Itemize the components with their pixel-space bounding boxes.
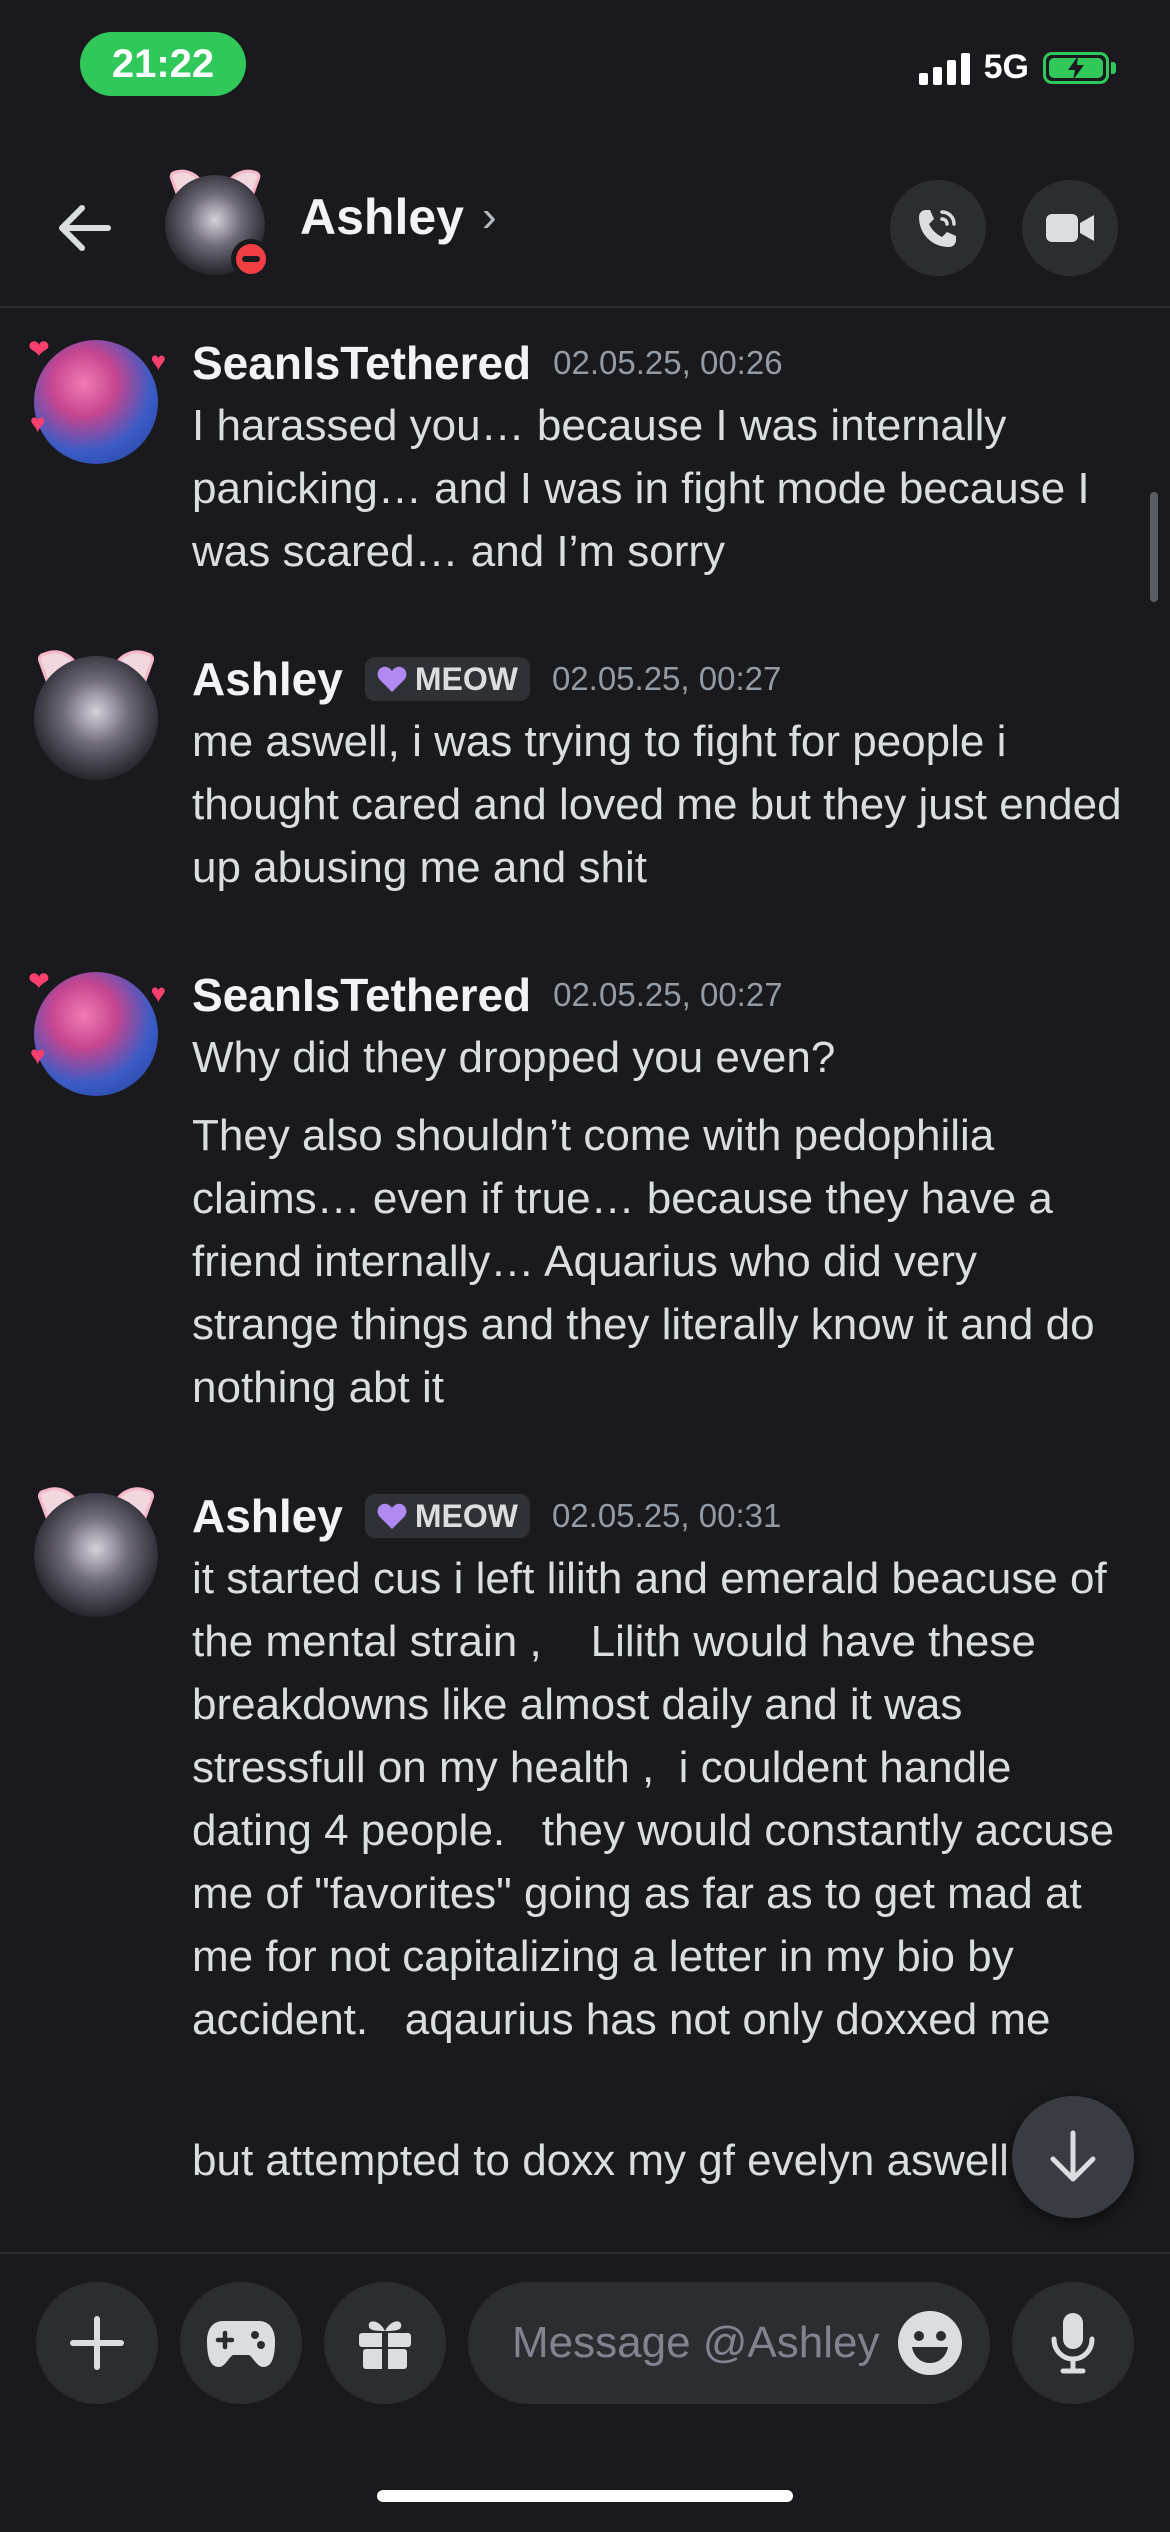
arrow-left-icon bbox=[59, 205, 111, 251]
username[interactable]: Ashley bbox=[192, 1489, 343, 1543]
gamepad-icon bbox=[207, 2321, 275, 2367]
server-tag[interactable]: MEOW bbox=[364, 1494, 530, 1538]
add-attachment-button[interactable] bbox=[36, 2282, 158, 2404]
message-input-placeholder: Message @Ashley bbox=[512, 2318, 880, 2367]
header-title[interactable]: Ashley › bbox=[300, 188, 497, 246]
timestamp: 02.05.25, 00:26 bbox=[553, 344, 783, 381]
user-avatar[interactable] bbox=[34, 1480, 158, 1617]
message-text: it started cus i left lilith and emerald… bbox=[192, 1554, 1127, 2044]
status-time: 21:22 bbox=[80, 32, 246, 96]
message-text: Why did they dropped you even? bbox=[192, 1033, 836, 1082]
header-name: Ashley bbox=[300, 189, 464, 245]
message-input[interactable]: Message @Ashley bbox=[468, 2282, 990, 2404]
user-avatar[interactable] bbox=[34, 643, 158, 780]
video-camera-icon bbox=[1046, 214, 1094, 242]
server-tag-label: MEOW bbox=[414, 1497, 518, 1534]
heart-icon bbox=[377, 1503, 407, 1529]
heart-icon bbox=[377, 666, 407, 692]
back-button[interactable] bbox=[48, 192, 120, 264]
timestamp: 02.05.25, 00:27 bbox=[551, 660, 782, 697]
emoji-icon[interactable] bbox=[896, 2309, 964, 2377]
do-not-disturb-icon bbox=[231, 239, 271, 279]
timestamp: 02.05.25, 00:31 bbox=[551, 1497, 782, 1534]
message-text: They also shouldn’t come with pedophilia… bbox=[192, 1111, 1107, 1412]
user-avatar[interactable]: ❤ ♥ ♥ bbox=[28, 968, 166, 1096]
video-call-button[interactable] bbox=[1022, 180, 1118, 276]
voice-call-button[interactable] bbox=[890, 180, 986, 276]
timestamp: 02.05.25, 00:27 bbox=[553, 976, 783, 1013]
message-text: me aswell, i was trying to fight for peo… bbox=[192, 717, 1134, 892]
message-text: but attempted to doxx my gf evelyn aswel… bbox=[192, 2136, 1009, 2185]
battery-icon bbox=[1043, 51, 1116, 84]
gift-button[interactable] bbox=[324, 2282, 446, 2404]
microphone-icon bbox=[1051, 2313, 1095, 2374]
voice-message-button[interactable] bbox=[1012, 2282, 1134, 2404]
message-text: I harassed you… because I was internally… bbox=[192, 401, 1102, 576]
chat-header: Ashley › bbox=[0, 150, 1170, 308]
header-avatar[interactable] bbox=[165, 162, 271, 279]
arrow-down-icon bbox=[1050, 2130, 1096, 2182]
username[interactable]: SeanIsTethered bbox=[192, 968, 531, 1022]
jump-to-present-button[interactable] bbox=[1012, 2096, 1134, 2218]
phone-icon bbox=[919, 210, 956, 247]
server-tag-label: MEOW bbox=[414, 660, 518, 697]
home-indicator[interactable] bbox=[377, 2490, 793, 2502]
chevron-right-icon: › bbox=[481, 192, 497, 241]
username[interactable]: SeanIsTethered bbox=[192, 336, 531, 390]
plus-icon bbox=[70, 2316, 124, 2370]
username[interactable]: Ashley bbox=[192, 652, 343, 706]
message-composer: Message @Ashley bbox=[0, 2252, 1170, 2434]
gift-icon bbox=[359, 2321, 411, 2369]
signal-icon bbox=[918, 51, 970, 85]
activities-button[interactable] bbox=[180, 2282, 302, 2404]
status-indicators: 5G bbox=[918, 48, 1116, 87]
user-avatar[interactable]: ❤ ♥ ♥ bbox=[28, 336, 166, 464]
network-label: 5G bbox=[983, 48, 1029, 86]
scrollbar[interactable] bbox=[1150, 492, 1158, 602]
server-tag[interactable]: MEOW bbox=[364, 657, 530, 701]
